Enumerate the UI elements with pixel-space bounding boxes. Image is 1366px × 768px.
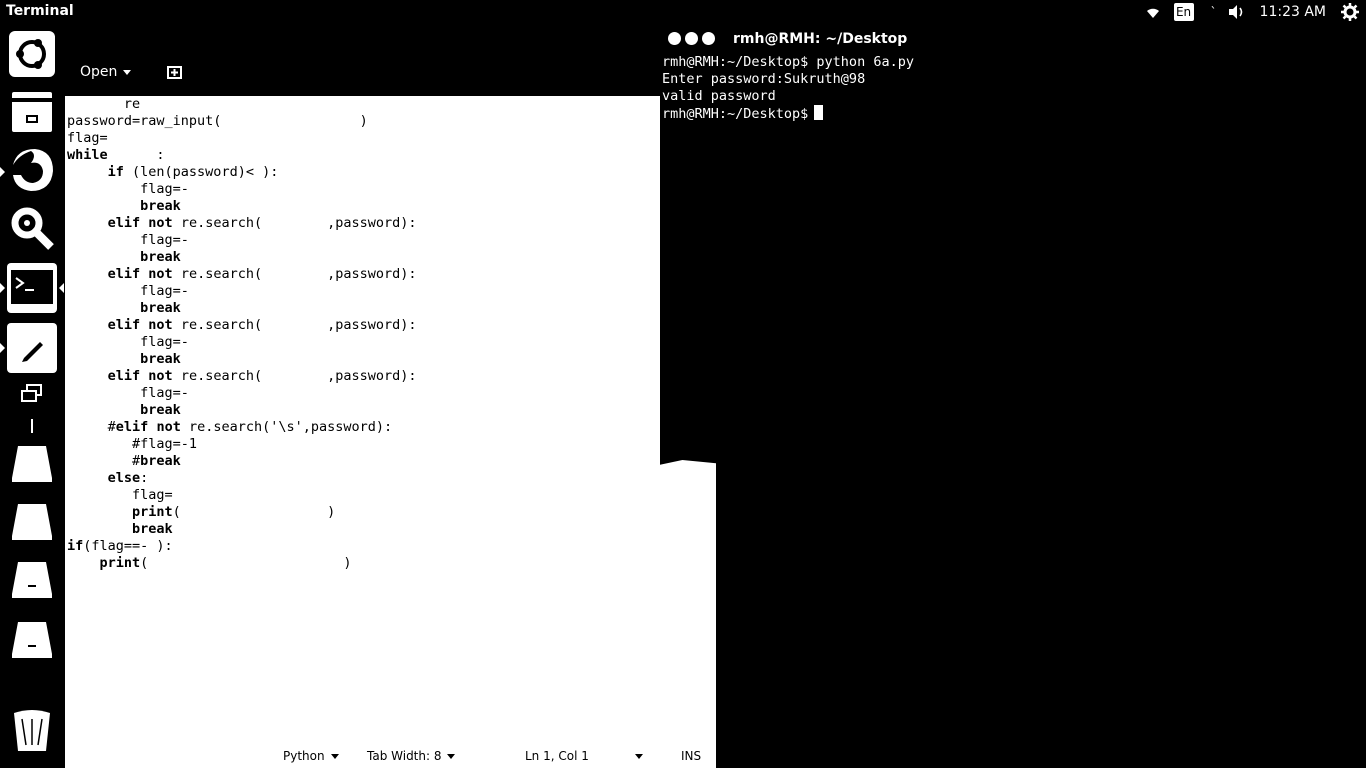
volume-icon[interactable] [1226, 0, 1248, 24]
code-line[interactable]: break [67, 402, 417, 419]
code-line[interactable]: elif not re.search( ,password): [67, 368, 417, 385]
wifi-icon[interactable] [1142, 0, 1164, 24]
minimize-icon[interactable] [685, 32, 698, 45]
clock[interactable]: 11:23 AM [1260, 0, 1326, 24]
open-label: Open [80, 64, 118, 80]
code-line[interactable]: flag=- [67, 232, 417, 249]
code-line[interactable]: #break [67, 453, 417, 470]
chevron-down-icon [123, 69, 132, 75]
code-line[interactable]: if(flag==- ): [67, 538, 417, 555]
code-line[interactable]: print( ) [67, 504, 417, 521]
active-app-title: Terminal [6, 3, 74, 19]
misc-indicator[interactable]: ` [1210, 0, 1218, 24]
code-line[interactable]: else: [67, 470, 417, 487]
code-line[interactable]: password=raw_input( ) [67, 113, 417, 130]
text-editor-icon[interactable] [6, 322, 58, 374]
terminal-titlebar: rmh@RMH: ~/Desktop [664, 28, 1366, 52]
terminal-title: rmh@RMH: ~/Desktop [733, 31, 908, 47]
chevron-down-icon [330, 753, 339, 759]
code-line[interactable]: print( ) [67, 555, 417, 572]
chevron-down-icon [447, 753, 456, 759]
new-tab-button[interactable] [166, 64, 184, 80]
drive-icon[interactable] [6, 554, 58, 606]
firefox-icon[interactable] [6, 144, 58, 196]
code-line[interactable]: flag=- [67, 283, 417, 300]
drive-icon[interactable] [6, 438, 58, 490]
separator [6, 416, 58, 436]
drive-icon[interactable] [6, 614, 58, 666]
maximize-icon[interactable] [702, 32, 715, 45]
terminal-line: Enter password:Sukruth@98 [662, 71, 866, 87]
terminal-line: valid password [662, 88, 776, 104]
code-line[interactable]: flag= [67, 487, 417, 504]
running-indicator [0, 167, 5, 177]
settings-icon[interactable] [6, 202, 58, 254]
code-line[interactable]: flag= [67, 130, 417, 147]
focused-indicator [59, 283, 64, 293]
code-line[interactable]: break [67, 198, 417, 215]
code-line[interactable]: flag=- [67, 181, 417, 198]
language-indicator[interactable]: En [1173, 3, 1194, 21]
code-line[interactable]: #elif not re.search('\s',password): [67, 419, 417, 436]
position-label: Ln 1, Col 1 [525, 749, 589, 763]
code-line[interactable]: break [67, 521, 417, 538]
chevron-down-icon [634, 753, 643, 759]
code-line[interactable]: re [67, 96, 417, 113]
mode-label: INS [681, 749, 702, 763]
code-editor[interactable]: re password=raw_input( ) flag= while : if (… [65, 96, 660, 768]
terminal-icon[interactable] [6, 262, 58, 314]
code-line[interactable]: #flag=-1 [67, 436, 417, 453]
tab-width-selector[interactable]: Tab Width: 8 [367, 749, 456, 763]
top-panel: Terminal En ` 11:23 AM [0, 0, 1366, 24]
files-icon[interactable] [6, 86, 58, 138]
window-controls [668, 32, 715, 45]
language-label: Python [283, 749, 325, 763]
open-button[interactable]: Open [80, 64, 132, 80]
indicator-area: En ` 11:23 AM [1142, 0, 1366, 24]
close-icon[interactable] [668, 32, 681, 45]
terminal-output[interactable]: rmh@RMH:~/Desktop$ python 6a.py Enter pa… [660, 52, 1366, 462]
code-line[interactable]: flag=- [67, 334, 417, 351]
insert-mode[interactable]: INS [681, 749, 701, 763]
code-line[interactable]: elif not re.search( ,password): [67, 317, 417, 334]
language-selector[interactable]: Python [283, 749, 339, 763]
code-line[interactable]: elif not re.search( ,password): [67, 266, 417, 283]
cursor-position[interactable]: Ln 1, Col 1 [525, 749, 643, 763]
code-line[interactable]: break [67, 249, 417, 266]
code-line[interactable]: elif not re.search( ,password): [67, 215, 417, 232]
launcher [0, 24, 64, 768]
code-line[interactable]: break [67, 351, 417, 368]
new-document-icon [167, 66, 182, 79]
editor-background [660, 466, 716, 768]
tab-width-label: Tab Width: 8 [367, 749, 442, 763]
terminal-prompt-line[interactable]: rmh@RMH:~/Desktop$ [662, 105, 824, 123]
code-line[interactable]: flag=- [67, 385, 417, 402]
terminal-line: rmh@RMH:~/Desktop$ python 6a.py [662, 54, 914, 70]
code-content[interactable]: re password=raw_input( ) flag= while : if (… [67, 96, 417, 572]
trash-icon[interactable] [6, 704, 58, 756]
gear-icon[interactable] [1338, 0, 1362, 24]
dash-icon[interactable] [6, 28, 58, 80]
editor-statusbar: Python Tab Width: 8 Ln 1, Col 1 INS [65, 744, 716, 768]
code-line[interactable]: while : [67, 147, 417, 164]
code-line[interactable]: if (len(password)< ): [67, 164, 417, 181]
text-cursor [814, 105, 824, 120]
running-indicator [0, 343, 5, 353]
editor-headerbar: Open [64, 24, 660, 96]
running-indicator [0, 283, 5, 293]
code-line[interactable]: break [67, 300, 417, 317]
drive-icon[interactable] [6, 496, 58, 548]
terminal-prompt: rmh@RMH:~/Desktop$ [662, 106, 809, 122]
workspace-icon[interactable] [6, 379, 58, 409]
